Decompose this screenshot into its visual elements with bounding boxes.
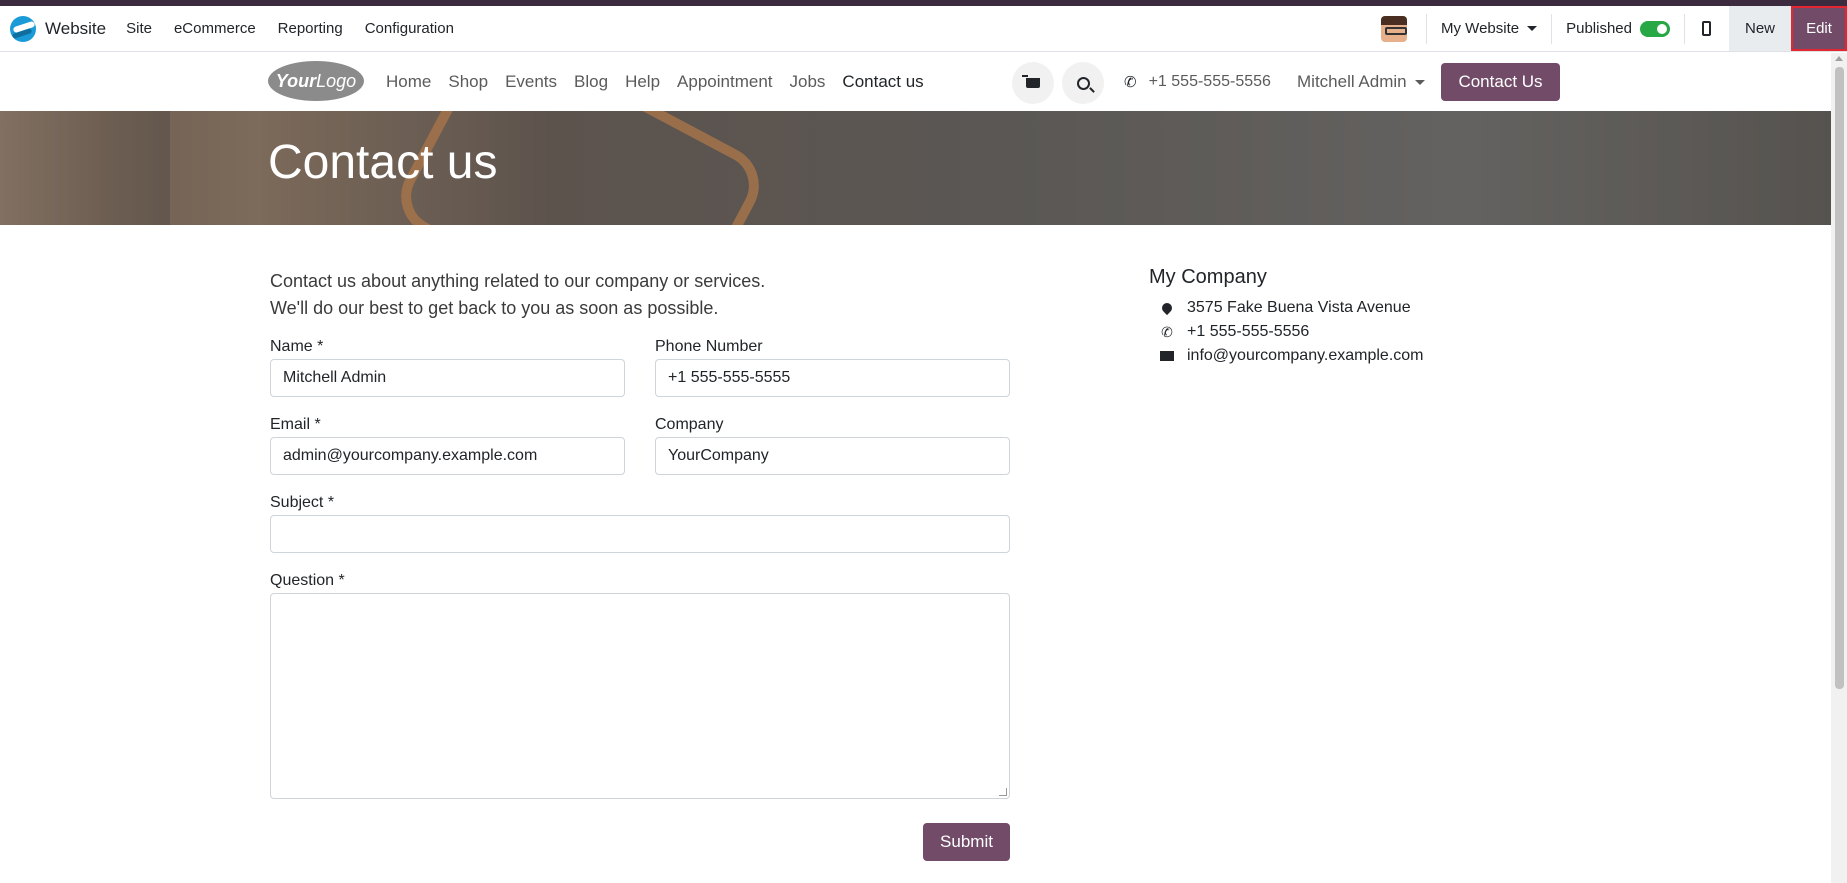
company-address-row: 3575 Fake Buena Vista Avenue [1159, 299, 1411, 317]
header-phone-number: +1 555-555-5556 [1148, 73, 1271, 90]
logo-text: Logo [316, 70, 357, 91]
scroll-thumb[interactable] [1835, 67, 1844, 689]
submit-button[interactable]: Submit [923, 823, 1010, 861]
site-link-jobs[interactable]: Jobs [790, 72, 826, 92]
intro-line-1: Contact us about anything related to our… [270, 271, 766, 291]
site-link-help[interactable]: Help [625, 72, 660, 92]
header-phone[interactable]: ✆ +1 555-555-5556 [1124, 53, 1271, 111]
question-textarea[interactable] [270, 593, 1010, 799]
resize-handle-icon[interactable] [999, 788, 1007, 796]
company-email[interactable]: info@yourcompany.example.com [1187, 347, 1424, 365]
email-label: Email * [270, 416, 321, 433]
map-marker-icon [1159, 300, 1175, 316]
intro-text: Contact us about anything related to our… [270, 268, 765, 322]
scroll-up-icon[interactable] [1835, 56, 1843, 61]
question-label: Question * [270, 572, 345, 589]
company-phone: +1 555-555-5556 [1187, 323, 1310, 340]
page-banner: Contact us [0, 111, 1831, 225]
chevron-down-icon [1414, 79, 1425, 85]
menu-configuration[interactable]: Configuration [354, 20, 465, 37]
banner-curtain-decoration [0, 111, 170, 225]
published-toggle[interactable]: Published [1552, 20, 1684, 37]
company-address: 3575 Fake Buena Vista Avenue [1187, 299, 1411, 316]
page-scrollbar[interactable] [1831, 53, 1847, 883]
backend-navbar: Website Site eCommerce Reporting Configu… [0, 6, 1847, 52]
site-header: Your Logo Home Shop Events Blog Help Appo… [0, 53, 1831, 111]
website-selector[interactable]: My Website [1427, 20, 1551, 37]
app-name: Website [45, 18, 107, 38]
app-brand[interactable]: Website [10, 6, 106, 51]
phone-icon: ✆ [1161, 323, 1173, 340]
menu-site[interactable]: Site [115, 20, 163, 37]
search-icon [1076, 76, 1090, 90]
phone-field[interactable]: +1 555-555-5555 [655, 359, 1010, 397]
site-logo[interactable]: Your Logo [268, 61, 364, 101]
site-link-home[interactable]: Home [386, 72, 431, 92]
toggle-switch-icon[interactable] [1639, 20, 1670, 37]
site-link-contact[interactable]: Contact us [842, 72, 923, 92]
edit-button[interactable]: Edit [1791, 6, 1847, 51]
mobile-preview-button[interactable] [1685, 6, 1729, 51]
company-email-row: info@yourcompany.example.com [1159, 347, 1424, 365]
mobile-icon [1702, 21, 1712, 36]
site-menu: Home Shop Events Blog Help Appointment J… [386, 53, 941, 111]
contact-us-button[interactable]: Contact Us [1441, 63, 1560, 101]
menu-ecommerce[interactable]: eCommerce [163, 20, 267, 37]
logo-text-bold: Your [275, 70, 317, 91]
site-link-shop[interactable]: Shop [448, 72, 488, 92]
site-link-appointment[interactable]: Appointment [677, 72, 772, 92]
subject-label: Subject * [270, 494, 335, 511]
company-field[interactable]: YourCompany [655, 437, 1010, 475]
navbar-right: My Website Published New Edit [1381, 6, 1847, 51]
cart-icon [1022, 75, 1040, 88]
company-name: My Company [1149, 266, 1267, 288]
backend-menu: Site eCommerce Reporting Configuration [115, 20, 465, 37]
search-button[interactable] [1062, 62, 1104, 104]
website-selector-label: My Website [1441, 20, 1520, 37]
site-link-events[interactable]: Events [505, 72, 557, 92]
page-title: Contact us [268, 136, 498, 189]
subject-field[interactable] [270, 515, 1010, 553]
chevron-down-icon [1527, 26, 1538, 31]
name-label: Name * [270, 338, 324, 355]
site-link-blog[interactable]: Blog [574, 72, 608, 92]
user-menu[interactable]: Mitchell Admin [1297, 53, 1425, 111]
name-field[interactable]: Mitchell Admin [270, 359, 625, 397]
cart-button[interactable] [1012, 62, 1054, 104]
envelope-icon [1159, 348, 1175, 364]
website-app-icon [10, 15, 36, 42]
user-avatar[interactable] [1381, 15, 1408, 42]
menu-reporting[interactable]: Reporting [267, 20, 354, 37]
email-field[interactable]: admin@yourcompany.example.com [270, 437, 625, 475]
company-label: Company [655, 416, 724, 433]
user-name: Mitchell Admin [1297, 72, 1407, 91]
published-label: Published [1566, 20, 1632, 37]
phone-icon: ✆ [1124, 74, 1137, 91]
company-phone-row: ✆ +1 555-555-5556 [1159, 323, 1309, 341]
phone-label: Phone Number [655, 338, 763, 355]
intro-line-2: We'll do our best to get back to you as … [270, 298, 719, 318]
new-button[interactable]: New [1728, 6, 1791, 51]
